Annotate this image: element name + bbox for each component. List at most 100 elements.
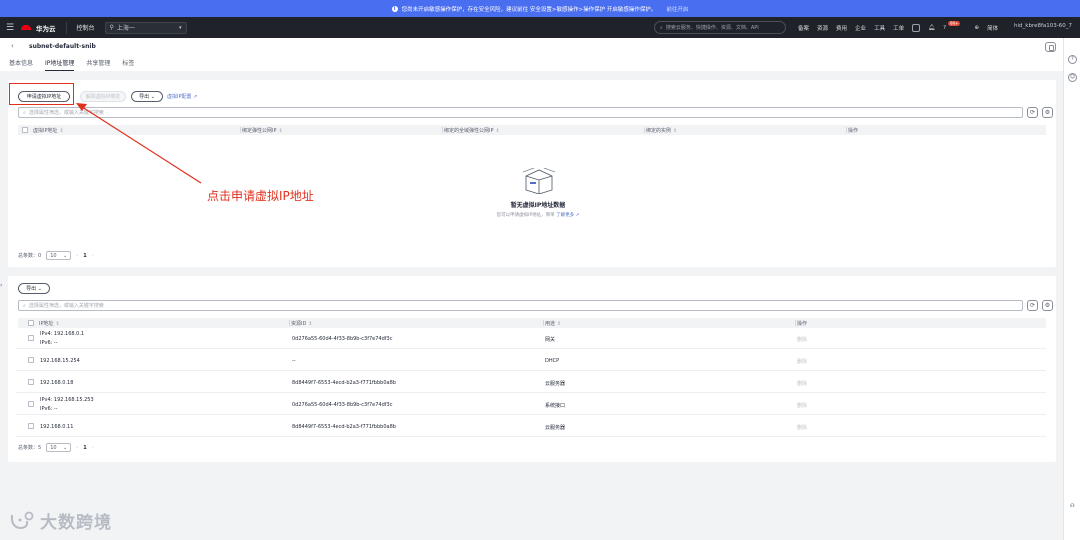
tab-tags[interactable]: 标签 [122,58,134,71]
search-filter-input[interactable]: ⌕ 选择属性筛选，或输入关键字搜索 [18,300,1023,311]
global-search-input[interactable]: ⌕ 搜索云服务、快捷操作、资源、文档、API [654,21,786,34]
panel-toggle-icon[interactable] [1045,42,1056,52]
help-icon[interactable]: ? [943,25,946,31]
resource-id[interactable]: 8d8449f7-6553-4ecd-b2a3-f771fbbb0a8b [292,424,396,430]
row-checkbox[interactable] [28,379,34,385]
nav-link-resources[interactable]: 资源 [817,24,828,32]
nav-link-tools[interactable]: 工具 [874,24,885,32]
annotation-highlight-box [9,83,74,105]
region-selector[interactable]: ⚲ 上海一 ▾ [104,21,187,34]
menu-icon[interactable]: ☰ [0,23,20,33]
prev-page-icon[interactable]: ‹ [76,445,78,451]
column-divider [442,127,443,133]
notice-link[interactable]: 前往开启 [666,5,688,13]
watermark-logo-icon [10,511,34,529]
chevron-down-icon: ⌄ [62,252,68,259]
resource-id[interactable]: 0d276a55-60d4-4f33-8b9b-c3f7e74df3c [292,336,392,342]
back-arrow-icon[interactable]: ‹ [11,42,14,50]
chevron-down-icon: ▾ [179,24,182,31]
resource-id[interactable]: 0d276a55-60d4-4f33-8b9b-c3f7e74df3c [292,402,392,408]
tab-ip-management[interactable]: IP地址管理 [45,58,75,71]
refresh-icon[interactable]: ⟳ [1027,107,1038,118]
col-ip-address[interactable]: IP地址 ⇕ [39,320,60,327]
column-divider [846,127,847,133]
nav-link-billing[interactable]: 费用 [836,24,847,32]
next-page-icon[interactable]: › [92,253,94,259]
settings-gear-icon[interactable]: ⚙ [1042,300,1053,311]
delete-action: 删除 [797,381,808,387]
external-link-icon: ↗ [193,94,198,100]
current-page[interactable]: 1 [83,445,86,451]
brand-logo[interactable]: 华为云 [20,21,67,34]
page-header: ‹ subnet-default-snib 基本信息 IP地址管理 共享管理 标… [0,38,1063,71]
refresh-icon[interactable]: ⟳ [1027,300,1038,311]
search-icon: ⌕ [660,24,663,31]
export-label: 导出 [139,94,150,100]
col-usage[interactable]: 用途 ⇕ [545,320,561,327]
col-bound-instance[interactable]: 绑定的实例 ⇕ [646,127,677,134]
account-name[interactable]: hid_kbre8fa103-60_7 [1014,23,1072,29]
security-notice-bar: i 您尚未开启敏感操作保护，存在安全风险，建议前往 安全设置>敏感操作>操作保护… [0,0,1080,17]
column-divider [795,320,796,326]
tab-sharing[interactable]: 共享管理 [86,58,110,71]
select-all-checkbox[interactable] [28,320,34,326]
virtual-ip-config-link[interactable]: 虚拟IP配置 ↗ [167,93,197,100]
col-bound-global-eip[interactable]: 绑定的全域弹性公网IP ⇕ [444,127,500,134]
row-checkbox[interactable] [28,423,34,429]
search-filter-input[interactable]: ⌕ 选择属性筛选，或输入关键字搜索 [18,107,1023,118]
table-row: 192.168.15.254 -- DHCP 删除 [16,350,1046,371]
nav-link-beian[interactable]: 备案 [798,24,809,32]
row-checkbox[interactable] [28,401,34,407]
resource-id: -- [292,358,296,364]
help-icon[interactable]: ? [1068,55,1077,64]
export-dropdown[interactable]: 导出 ⌄ [18,283,50,294]
current-page[interactable]: 1 [83,253,86,259]
empty-box-icon [522,168,556,194]
language-switch[interactable]: 简体 [987,24,998,32]
filter-placeholder: 选择属性筛选，或输入关键字搜索 [28,303,104,309]
search-icon: ⌕ [23,109,26,116]
next-page-icon[interactable]: › [92,445,94,451]
watermark-text: 大数跨境 [40,513,112,533]
usage: 云服务器 [545,381,566,387]
bell-icon[interactable]: 🔔︎ [928,25,935,31]
row-checkbox[interactable] [28,335,34,341]
console-link[interactable]: 控制台 [67,23,105,32]
headset-icon[interactable]: ☊ [1068,503,1077,512]
notification-badge: 99+ [948,21,961,26]
usage: 云服务器 [545,425,566,431]
ipv6-address: IPv6: -- [40,406,58,412]
cloud-shell-icon[interactable] [912,23,921,32]
empty-desc-text: 您可以申请虚拟IP地址，简单 [496,213,555,218]
row-checkbox[interactable] [28,357,34,363]
feedback-smile-icon[interactable]: ☺ [1068,73,1077,82]
export-label: 导出 [26,286,37,292]
table-row: IPv4: 192.168.0.1 IPv6: -- 0d276a55-60d4… [16,328,1046,349]
ipv6-address: IPv6: -- [40,340,58,346]
export-dropdown[interactable]: 导出 ⌄ [131,91,163,102]
delete-action: 删除 [797,359,808,365]
col-bound-eip[interactable]: 绑定弹性公网IP ⇕ [242,127,283,134]
tab-bar: 基本信息 IP地址管理 共享管理 标签 [9,58,134,71]
ip-address: 192.168.0.18 [40,380,74,386]
resource-id[interactable]: 8d8449f7-6553-4ecd-b2a3-f771fbbb0a8b [292,380,396,386]
learn-more-link[interactable]: 了解更多 [556,213,574,218]
pagination: 总条数：0 10 ⌄ ‹ 1 › [18,251,94,260]
page-size-select[interactable]: 10 ⌄ [46,443,72,452]
nav-link-enterprise[interactable]: 企业 [855,24,866,32]
settings-gear-icon[interactable]: ⚙ [1042,107,1053,118]
page-size-select[interactable]: 10 ⌄ [46,251,72,260]
top-navigation: ☰ 华为云 控制台 ⚲ 上海一 ▾ ⌕ 搜索云服务、快捷操作、资源、文档、API… [0,17,1080,38]
select-all-checkbox[interactable] [22,127,28,133]
globe-icon[interactable]: ⊕ [974,25,979,31]
ip-address-card: 导出 ⌄ ⌕ 选择属性筛选，或输入关键字搜索 ⟳ ⚙ IP地址 ⇕ 资源ID ⇕ 用… [8,276,1056,462]
sidebar-expand-icon[interactable]: › [0,282,5,296]
total-count: 总条数：5 [18,445,42,451]
nav-link-tickets[interactable]: 工单 [893,24,904,32]
prev-page-icon[interactable]: ‹ [76,253,78,259]
col-virtual-ip[interactable]: 虚拟IP地址 ⇕ [33,127,64,134]
tab-basic-info[interactable]: 基本信息 [9,58,33,71]
col-actions: 操作 [848,128,859,134]
col-resource-id[interactable]: 资源ID ⇕ [291,320,313,327]
column-divider [289,320,290,326]
